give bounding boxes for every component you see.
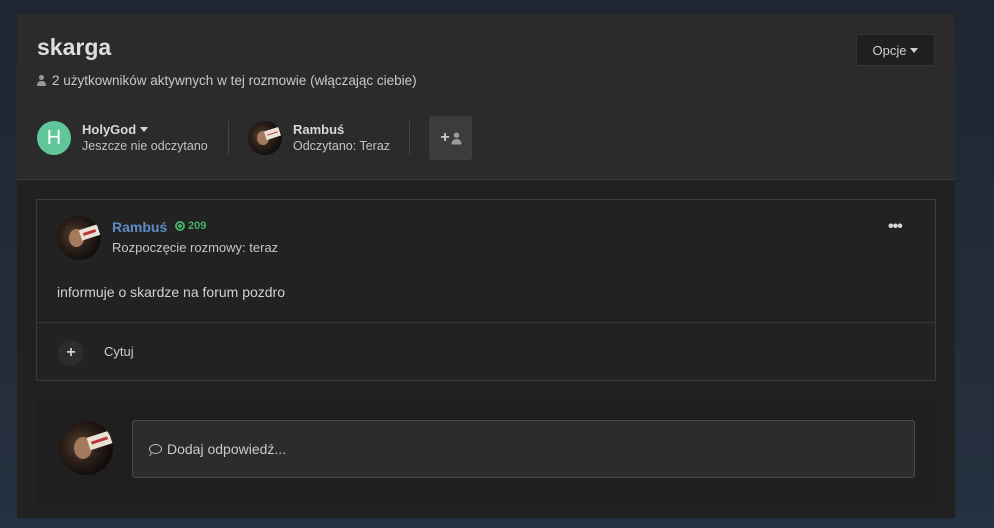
user-icon — [451, 131, 462, 145]
plus-icon: + — [66, 344, 76, 361]
reputation-badge: 209 — [175, 220, 206, 232]
participant-rambus[interactable]: Rambuś Odczytano: Teraz — [248, 118, 408, 162]
participant-name-text: HolyGod — [82, 122, 137, 137]
options-button[interactable]: Opcje — [856, 34, 935, 66]
author-avatar[interactable] — [57, 216, 101, 260]
participant-holygod[interactable]: H HolyGod Jeszcze nie odczytano — [37, 118, 227, 162]
post-body: informuje o skardze na forum pozdro — [57, 284, 285, 300]
current-user-avatar — [59, 421, 113, 475]
message-post: Rambuś 209 Rozpoczęcie rozmowy: teraz ••… — [36, 199, 936, 381]
participant-name[interactable]: HolyGod — [82, 122, 149, 137]
conversation-panel: skarga 2 użytkowników aktywnych w tej ro… — [17, 14, 955, 518]
add-participant-button[interactable]: + — [429, 116, 472, 160]
reply-area: Dodaj odpowiedź... — [36, 399, 936, 504]
avatar[interactable] — [248, 121, 282, 155]
plus-circle-icon — [175, 221, 185, 231]
caret-down-icon — [140, 127, 149, 132]
active-users-line: 2 użytkowników aktywnych w tej rozmowie … — [37, 73, 417, 88]
participant-name[interactable]: Rambuś — [293, 122, 344, 137]
plus-icon: + — [440, 129, 450, 146]
active-users-text: 2 użytkowników aktywnych w tej rozmowie … — [52, 73, 417, 88]
reputation-value: 209 — [188, 220, 207, 232]
divider — [409, 121, 410, 155]
more-options-button[interactable]: ••• — [888, 218, 903, 236]
user-icon — [37, 75, 46, 86]
post-author-link[interactable]: Rambuś — [112, 219, 167, 235]
avatar-letter: H — [46, 126, 62, 149]
reply-placeholder: Dodaj odpowiedź... — [167, 441, 287, 457]
page-title: skarga — [37, 34, 112, 60]
divider — [37, 322, 935, 323]
options-label: Opcje — [872, 42, 907, 58]
reply-input[interactable]: Dodaj odpowiedź... — [132, 420, 915, 478]
post-meta: Rozpoczęcie rozmowy: teraz — [112, 240, 279, 255]
quote-button[interactable]: Cytuj — [104, 344, 134, 359]
participant-status: Jeszcze nie odczytano — [82, 139, 208, 153]
caret-down-icon — [910, 47, 919, 53]
avatar[interactable]: H — [37, 121, 71, 155]
divider — [228, 121, 229, 155]
multiquote-button[interactable]: + — [58, 340, 84, 366]
comment-icon — [149, 444, 162, 454]
participant-status: Odczytano: Teraz — [293, 139, 391, 153]
conversation-header: skarga 2 użytkowników aktywnych w tej ro… — [17, 14, 955, 180]
